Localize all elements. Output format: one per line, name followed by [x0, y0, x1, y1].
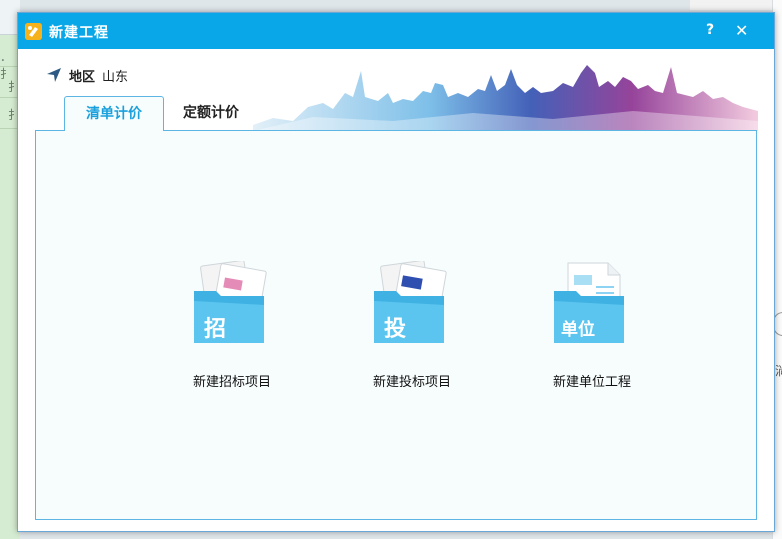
city-skyline-banner	[253, 65, 758, 131]
tab-content-panel: 招 新建招标项目 投 新建投标项目 单位 新建单位工程	[35, 130, 757, 520]
new-tender-project-label: 新建招标项目	[192, 375, 271, 390]
close-button[interactable]: ✕	[735, 21, 748, 40]
unit-icon-glyph: 单位	[561, 320, 595, 340]
new-tender-project-card[interactable]: 招 新建招标项目	[177, 261, 287, 391]
bid-icon-glyph: 投	[384, 317, 407, 342]
app-logo-icon	[25, 23, 42, 40]
new-unit-project-label: 新建单位工程	[552, 375, 631, 390]
help-button[interactable]: ?	[706, 22, 714, 38]
region-value[interactable]: 山东	[102, 66, 128, 85]
background-app-top	[690, 0, 782, 10]
new-unit-project-card[interactable]: 单位 新建单位工程	[537, 261, 647, 391]
tender-icon-glyph: 招	[204, 317, 227, 342]
new-bid-project-label: 新建投标项目	[372, 375, 451, 390]
tab-bill-pricing[interactable]: 清单计价	[64, 96, 164, 131]
dialog-title: 新建工程	[49, 25, 109, 41]
background-right-text: 淌	[775, 364, 782, 378]
location-arrow-icon	[47, 68, 61, 82]
new-bid-project-card[interactable]: 投 新建投标项目	[357, 261, 467, 391]
tab-quota-pricing[interactable]: 定额计价	[172, 96, 250, 130]
dialog-titlebar[interactable]: 新建工程 ? ✕	[18, 13, 774, 49]
new-project-dialog: 新建工程 ? ✕ 地区 山东 清单计价 定额计价 招 新建招标项目 投 新建投标…	[17, 12, 775, 532]
region-label: 地区	[69, 70, 96, 85]
